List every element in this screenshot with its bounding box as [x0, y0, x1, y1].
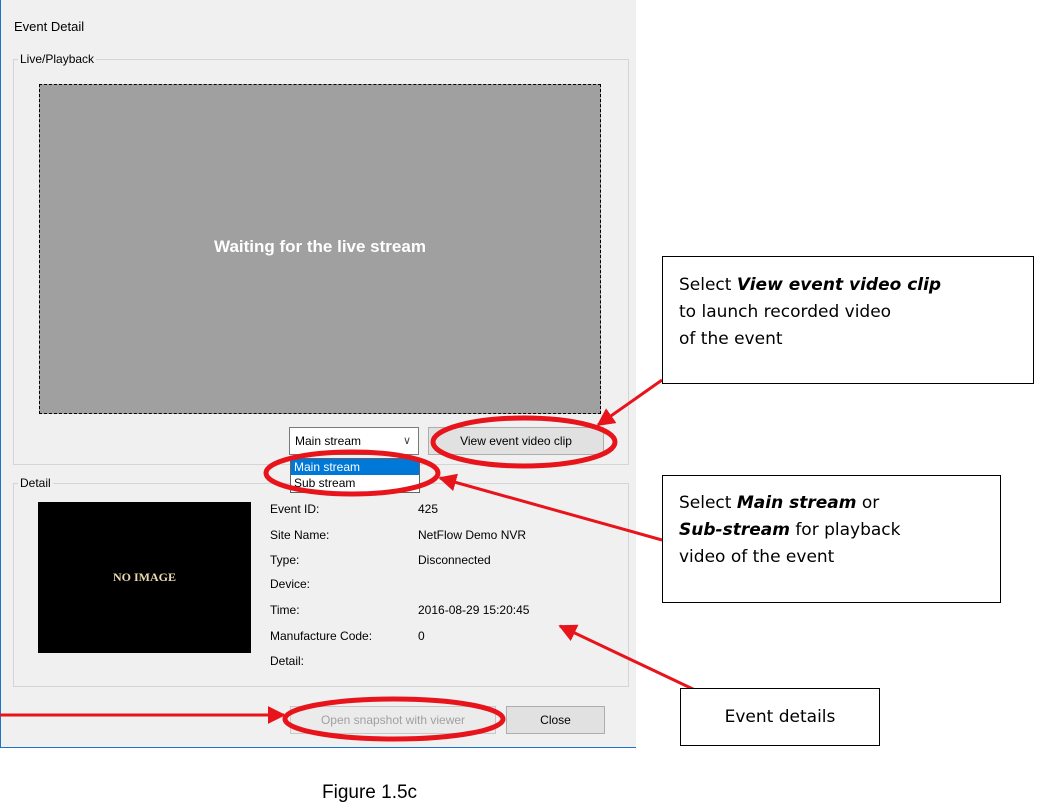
figure-caption: Figure 1.5c [322, 782, 418, 803]
arrow-stream [438, 473, 663, 542]
annotation-overlay [0, 378, 696, 742]
highlight-ellipse-snapshot [282, 696, 506, 742]
callout-stream: Select Main stream or Sub-stream for pla… [662, 475, 1001, 603]
arrow-details [558, 624, 696, 692]
arrow-view-clip [596, 378, 663, 427]
callout-view-clip: Select View event video clip to launch r… [662, 256, 1034, 384]
callout-details: Event details [680, 688, 880, 746]
highlight-ellipse-view-clip [430, 415, 618, 469]
highlight-ellipse-stream [263, 449, 441, 497]
